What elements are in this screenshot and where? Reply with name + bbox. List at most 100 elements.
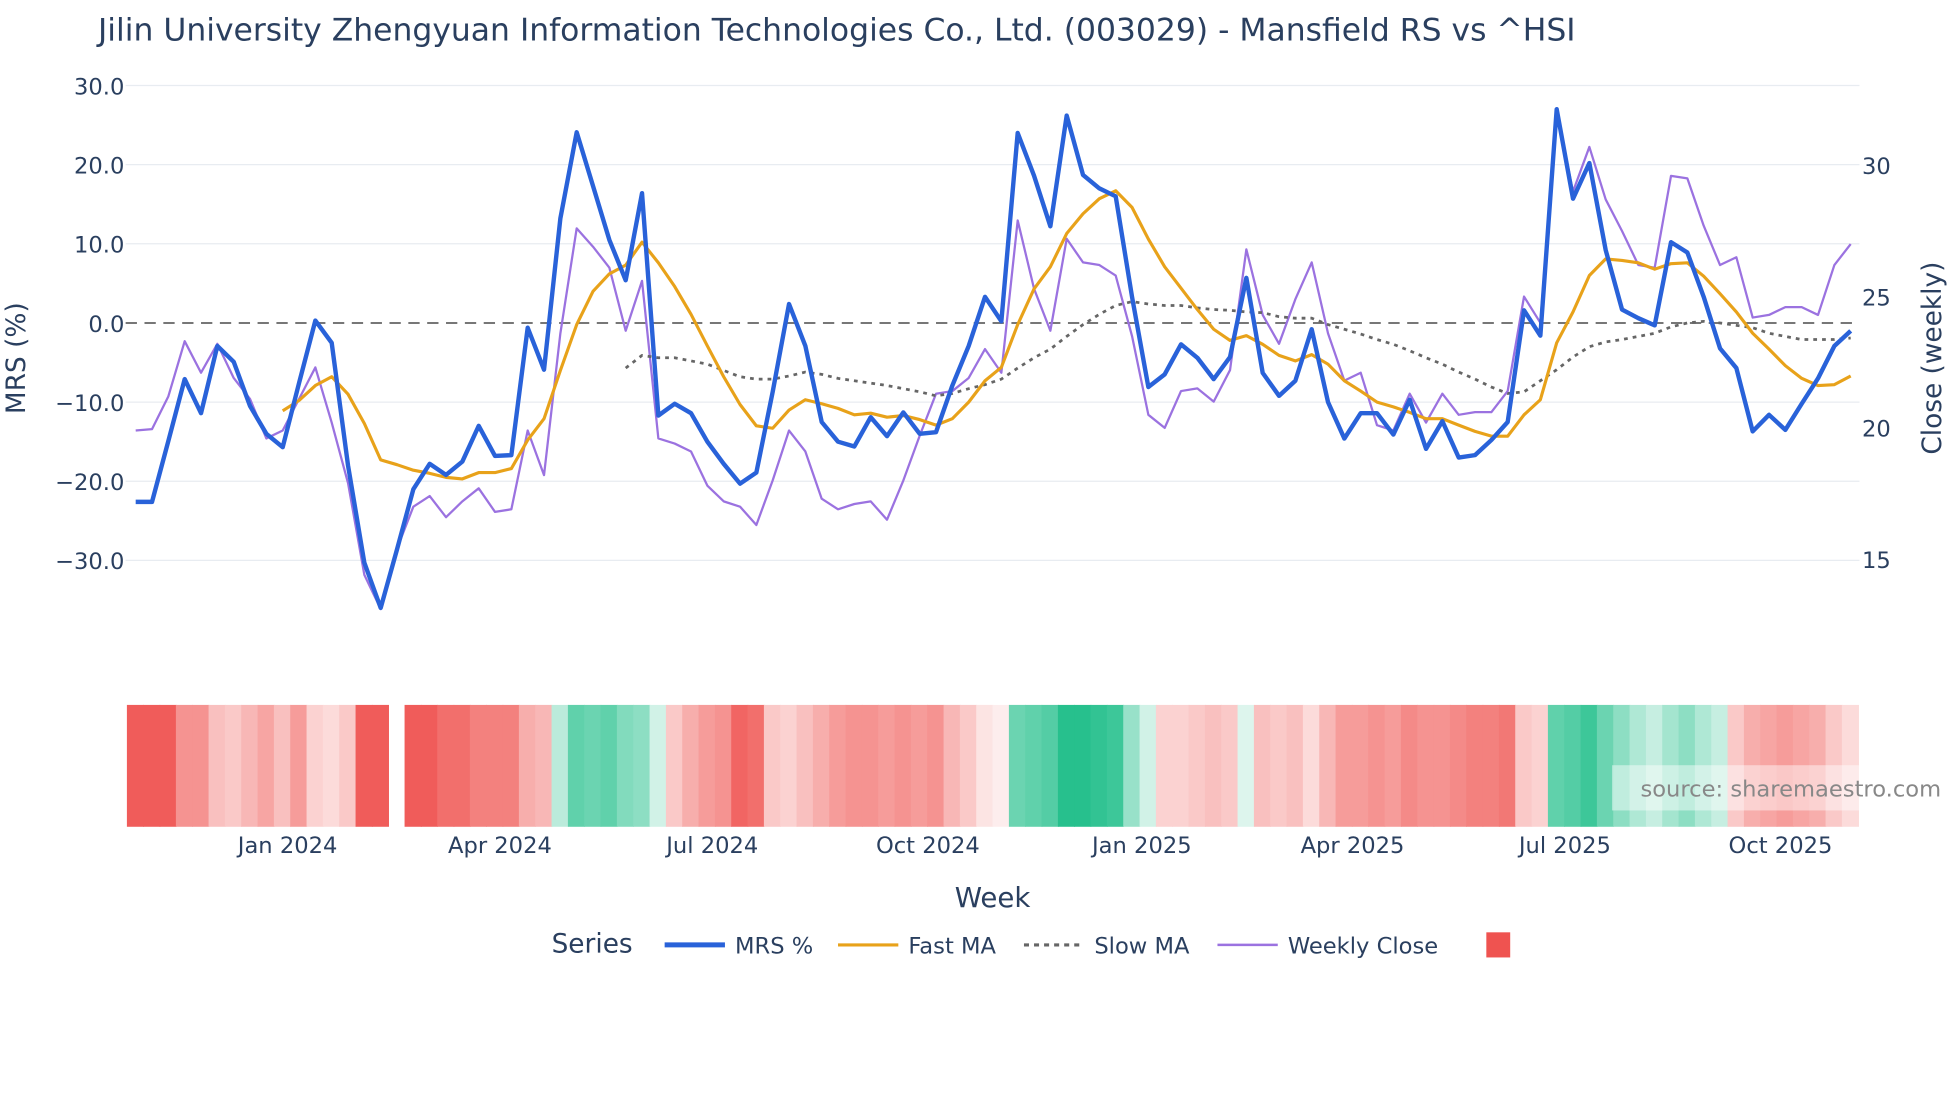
- heatmap-cell: [1580, 704, 1598, 827]
- heatmap-strip: [126, 704, 1859, 827]
- heatmap-cell: [1155, 704, 1173, 827]
- series-line-mrs: [135, 107, 1853, 611]
- heatmap-cell: [943, 704, 961, 827]
- heatmap-cell: [878, 704, 896, 827]
- heatmap-cell: [241, 704, 259, 827]
- heatmap-cell: [616, 704, 634, 827]
- heatmap-cell: [1564, 704, 1582, 827]
- heatmap-cell: [404, 704, 422, 827]
- x-tick-label: Jul 2025: [1517, 833, 1611, 859]
- heatmap-cell: [143, 704, 161, 827]
- x-tick-label: Oct 2025: [1729, 833, 1833, 859]
- heatmap-cell: [763, 704, 781, 827]
- y-tick-label-left: −30.0: [55, 549, 124, 575]
- heatmap-cell: [224, 704, 242, 827]
- legend-title: Series: [552, 929, 633, 959]
- x-tick-label: Jul 2024: [664, 833, 758, 859]
- heatmap-cell: [273, 704, 291, 827]
- heatmap-cell: [1466, 704, 1484, 827]
- heatmap-cell: [910, 704, 928, 827]
- heatmap-cell: [1351, 704, 1369, 827]
- heatmap-cell: [861, 704, 879, 827]
- right-axis-ticks: 30 25 20 15: [1862, 154, 1891, 574]
- heatmap-cell: [1335, 704, 1353, 827]
- heatmap-cell: [567, 704, 585, 827]
- y-tick-label-right: 25: [1862, 285, 1891, 311]
- x-tick-label: Apr 2025: [1301, 833, 1405, 859]
- heatmap-cell: [208, 704, 226, 827]
- heatmap-cell: [1074, 704, 1092, 827]
- x-tick-label: Jan 2025: [1090, 833, 1192, 859]
- y-tick-label-left: −10.0: [55, 391, 124, 417]
- heatmap-cell: [306, 704, 324, 827]
- heatmap-cell: [1041, 704, 1059, 827]
- heatmap-cell: [894, 704, 912, 827]
- heatmap-cell: [1417, 704, 1435, 827]
- heatmap-cell: [796, 704, 814, 827]
- heatmap-cell: [1025, 704, 1043, 827]
- heatmap-cell: [714, 704, 732, 827]
- heatmap-cell: [1270, 704, 1288, 827]
- heatmap-cell: [584, 704, 602, 827]
- heatmap-cell: [1139, 704, 1157, 827]
- heatmap-cell: [192, 704, 210, 827]
- heatmap-cell: [1188, 704, 1206, 827]
- heatmap-cell: [1531, 704, 1549, 827]
- chart-title: Jilin University Zhengyuan Information T…: [96, 12, 1576, 48]
- heatmap-cell: [469, 704, 487, 827]
- watermark: source: sharemaestro.com: [1640, 777, 1941, 803]
- heatmap-cell: [976, 704, 994, 827]
- heatmap-cell: [959, 704, 977, 827]
- y-axis-left-label: MRS (%): [2, 302, 32, 414]
- heatmap-cell: [371, 704, 389, 827]
- legend-item-mrs[interactable]: MRS %: [735, 934, 813, 960]
- heatmap-cell: [1008, 704, 1026, 827]
- legend-item-close[interactable]: Weekly Close: [1288, 934, 1438, 960]
- heatmap-cell: [1368, 704, 1386, 827]
- heatmap-cell: [1596, 704, 1614, 827]
- heatmap-cell: [812, 704, 830, 827]
- heatmap-cell: [1090, 704, 1108, 827]
- y-tick-label-left: −20.0: [55, 470, 124, 496]
- heatmap-cell: [780, 704, 798, 827]
- heatmap-cell: [175, 704, 193, 827]
- heatmap-cell: [518, 704, 536, 827]
- heatmap-cell: [731, 704, 749, 827]
- heatmap-cell: [159, 704, 177, 827]
- heatmap-cell: [1433, 704, 1451, 827]
- legend-swatch-heatmap[interactable]: [1486, 932, 1511, 958]
- heatmap-cell: [927, 704, 945, 827]
- heatmap-cell: [1123, 704, 1141, 827]
- heatmap-cell: [1172, 704, 1190, 827]
- heatmap-cell: [747, 704, 765, 827]
- y-tick-label-right: 15: [1862, 548, 1891, 574]
- x-axis-ticks: Jan 2024 Apr 2024 Jul 2024 Oct 2024 Jan 2025…: [236, 833, 1833, 859]
- heatmap-cell: [290, 704, 308, 827]
- heatmap-cell: [1221, 704, 1239, 827]
- heatmap-cell: [437, 704, 455, 827]
- heatmap-cell: [453, 704, 471, 827]
- heatmap-cell: [992, 704, 1010, 827]
- mrs-chart: Jilin University Zhengyuan Information T…: [2, 12, 1948, 960]
- heatmap-cell: [1286, 704, 1304, 827]
- heatmap-cell: [126, 704, 144, 827]
- heatmap-cell: [1302, 704, 1320, 827]
- heatmap-cell: [502, 704, 520, 827]
- heatmap-cell: [1319, 704, 1337, 827]
- heatmap-cell: [420, 704, 438, 827]
- heatmap-cell: [1400, 704, 1418, 827]
- heatmap-cell: [829, 704, 847, 827]
- heatmap-cell: [1449, 704, 1467, 827]
- heatmap-cell: [665, 704, 683, 827]
- legend: Series MRS % Fast MA Slow MA Weekly Clos…: [552, 929, 1511, 960]
- legend-item-slow[interactable]: Slow MA: [1094, 934, 1190, 960]
- y-tick-label-right: 20: [1862, 417, 1891, 443]
- heatmap-cell: [551, 704, 569, 827]
- series-lines: [135, 107, 1853, 611]
- heatmap-cell: [1106, 704, 1124, 827]
- heatmap-cell: [1253, 704, 1271, 827]
- heatmap-cell: [339, 704, 357, 827]
- y-axis-right-label: Close (weekly): [1918, 262, 1948, 455]
- heatmap-cell: [682, 704, 700, 827]
- legend-item-fast[interactable]: Fast MA: [908, 934, 996, 960]
